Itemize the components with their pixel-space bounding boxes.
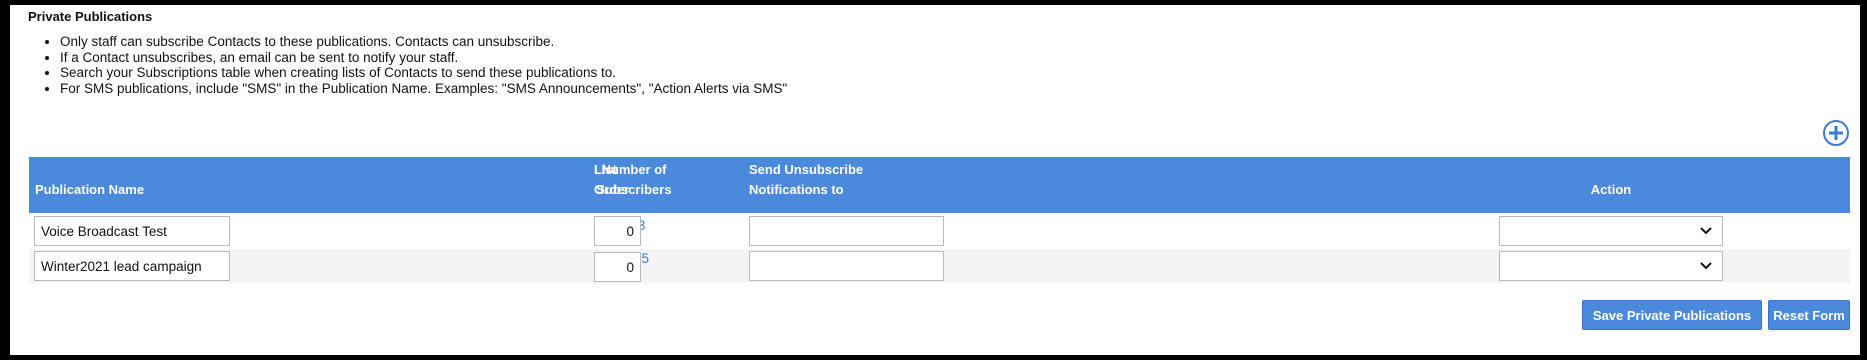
private-publications-panel: Private Publications Only staff can subs… — [10, 5, 1860, 355]
chevron-down-icon — [1700, 227, 1712, 235]
header-notify-line2: Notifications to — [749, 182, 844, 197]
add-publication-button[interactable] — [1823, 120, 1849, 146]
note-item: Search your Subscriptions table when cre… — [60, 65, 787, 81]
header-subscribers-line2: Subscribers — [596, 182, 672, 197]
publication-name-input[interactable] — [34, 251, 230, 281]
note-item: If a Contact unsubscribes, an email can … — [60, 50, 787, 66]
plus-circle-icon — [1829, 126, 1843, 140]
table-row: 1045 — [29, 249, 1850, 283]
action-select[interactable] — [1499, 251, 1723, 281]
unsubscribe-notify-input[interactable] — [749, 251, 944, 281]
publication-name-input[interactable] — [34, 216, 230, 246]
header-order-line1: List — [594, 162, 618, 177]
action-select[interactable] — [1499, 216, 1723, 246]
header-subscribers-line1: Number of — [601, 162, 667, 177]
chevron-down-icon — [1700, 262, 1712, 270]
save-publications-button[interactable]: Save Private Publications — [1582, 300, 1762, 330]
header-order-line2: Order — [594, 182, 630, 197]
header-publication-name: Publication Name — [35, 182, 145, 197]
note-item: Only staff can subscribe Contacts to the… — [60, 34, 787, 50]
list-order-input[interactable] — [594, 216, 641, 246]
notes-list: Only staff can subscribe Contacts to the… — [32, 34, 787, 96]
table-row: 653 — [29, 213, 1850, 249]
header-notify-line1: Send Unsubscribe — [749, 162, 864, 177]
publications-table: Publication Name Number of Subscribers L… — [29, 157, 1850, 283]
unsubscribe-notify-input[interactable] — [749, 216, 944, 246]
note-item: For SMS publications, include "SMS" in t… — [60, 81, 787, 97]
table-header: Publication Name Number of Subscribers L… — [29, 157, 1850, 213]
reset-form-button[interactable]: Reset Form — [1768, 300, 1850, 330]
header-action: Action — [1590, 182, 1632, 197]
list-order-input[interactable] — [594, 252, 641, 282]
section-title: Private Publications — [28, 9, 153, 24]
